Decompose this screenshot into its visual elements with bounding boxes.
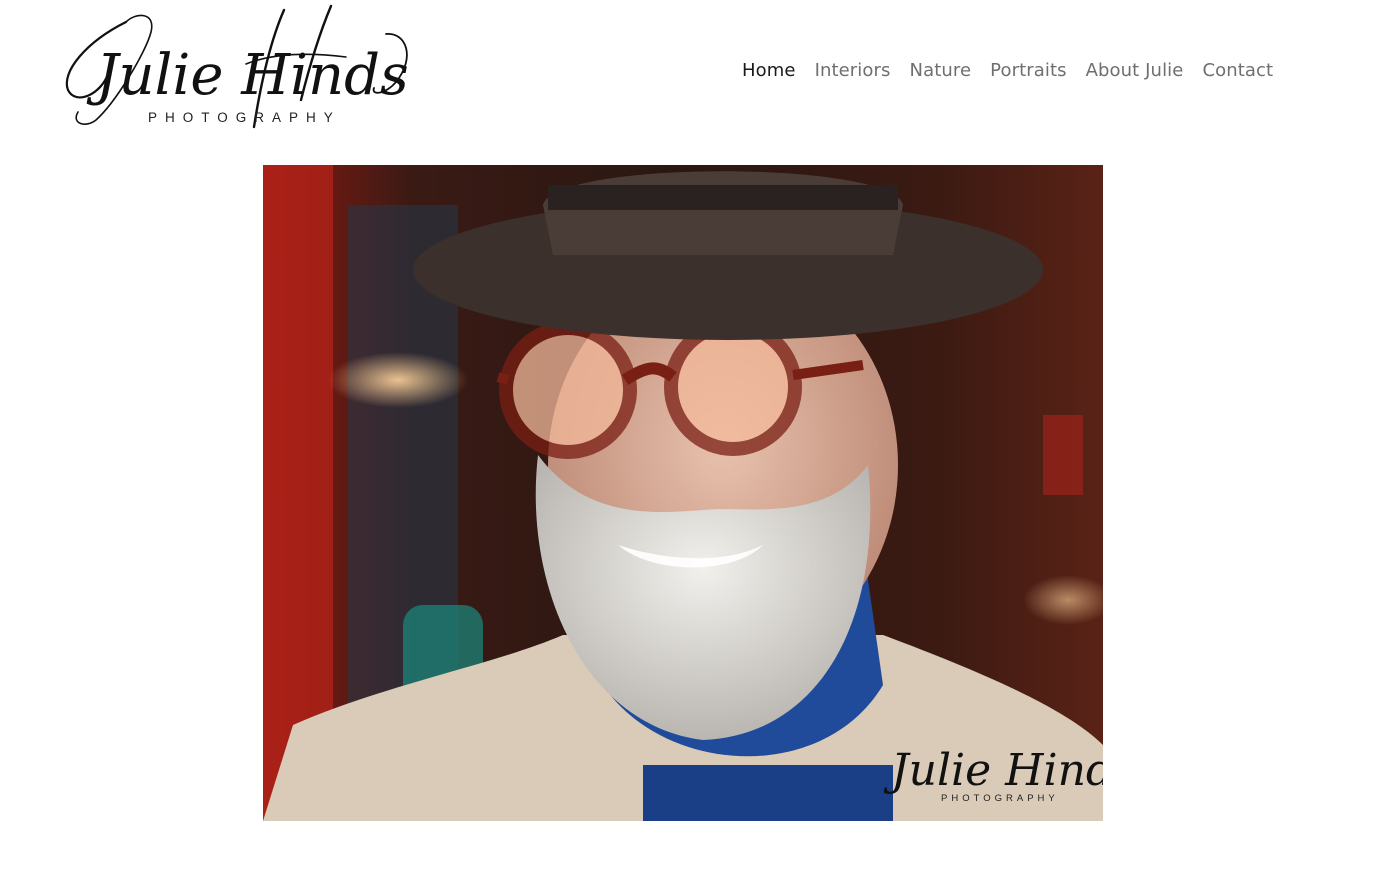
site-logo[interactable]: Julie Hinds PHOTOGRAPHY: [56, 2, 421, 137]
nav-nature[interactable]: Nature: [910, 60, 972, 81]
site-header: Julie Hinds PHOTOGRAPHY Home Interiors N…: [0, 0, 1381, 150]
nav-interiors[interactable]: Interiors: [815, 60, 891, 81]
watermark-tagline: PHOTOGRAPHY: [941, 793, 1059, 804]
logo-tagline: PHOTOGRAPHY: [148, 110, 341, 125]
nav-contact[interactable]: Contact: [1202, 60, 1273, 81]
nav-about-julie[interactable]: About Julie: [1086, 60, 1184, 81]
watermark-script: Julie Hinds: [883, 745, 1103, 796]
hero-portrait-image: Julie Hinds PHOTOGRAPHY: [263, 165, 1103, 821]
nav-home[interactable]: Home: [742, 60, 796, 81]
portrait-photo-icon: Julie Hinds PHOTOGRAPHY: [263, 165, 1103, 821]
julie-hinds-logo-icon: Julie Hinds PHOTOGRAPHY: [65, 4, 409, 129]
nav-portraits[interactable]: Portraits: [990, 60, 1066, 81]
logo-script-text: Julie Hinds: [86, 43, 409, 108]
main-nav: Home Interiors Nature Portraits About Ju…: [742, 58, 1273, 82]
